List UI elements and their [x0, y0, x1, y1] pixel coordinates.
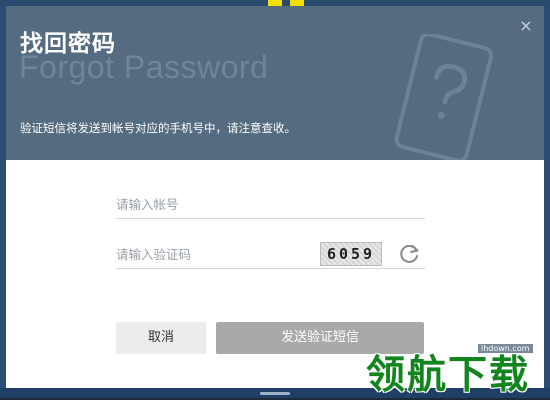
phone-question-icon — [394, 34, 494, 160]
refresh-icon[interactable] — [396, 241, 422, 267]
dialog-header: 找回密码 Forgot Password 验证短信将发送到帐号对应的手机号中，请… — [6, 6, 544, 160]
cancel-button[interactable]: 取消 — [116, 322, 206, 354]
sms-hint-text: 验证短信将发送到帐号对应的手机号中，请注意查收。 — [20, 121, 296, 135]
watermark-url: lhdown.com — [478, 344, 533, 353]
background-right-edge — [544, 0, 550, 398]
close-icon[interactable]: × — [518, 18, 534, 34]
account-input[interactable] — [116, 194, 316, 214]
dialog-subtitle: Forgot Password — [19, 49, 269, 85]
verification-code-field: 6059 — [116, 240, 425, 269]
account-field — [116, 190, 425, 219]
window-resize-handle — [260, 392, 290, 395]
captcha-image[interactable]: 6059 — [320, 242, 382, 266]
forgot-password-dialog: 找回密码 Forgot Password 验证短信将发送到帐号对应的手机号中，请… — [6, 6, 544, 388]
verification-code-input[interactable] — [116, 244, 316, 264]
